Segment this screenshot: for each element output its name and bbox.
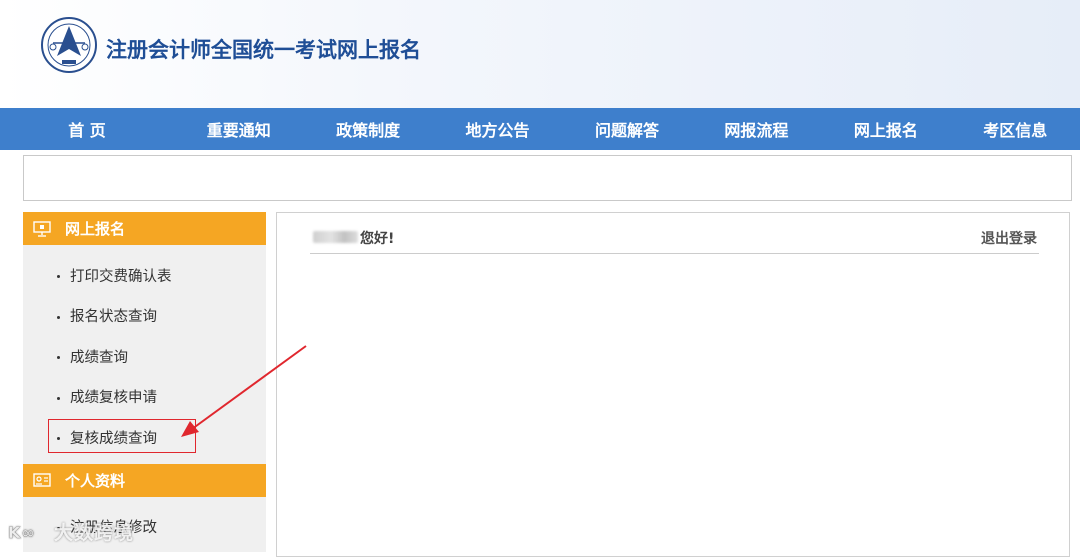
sidebar: 网上报名 打印交费确认表 报名状态查询 成绩查询 成绩复核申请 复核成绩查询 个… [23,212,266,552]
nav-item-online-registration[interactable]: 网上报名 [821,108,950,150]
sidebar-item-review-score-query[interactable]: 复核成绩查询 [23,417,266,458]
id-card-icon [33,473,51,487]
sidebar-item-score-review-application[interactable]: 成绩复核申请 [23,377,266,418]
watermark-logo-icon: K∞ [8,522,36,542]
section-header-personal-info: 个人资料 [23,463,266,497]
nav-item-home[interactable]: 首 页 [0,108,174,150]
svg-text:K∞: K∞ [8,523,36,542]
blurred-username [313,231,358,243]
watermark: K∞ 大数跨境 [8,518,134,545]
sidebar-item-label: 报名状态查询 [70,309,157,326]
nav-item-important-notices[interactable]: 重要通知 [174,108,303,150]
sidebar-item-print-fee-confirmation[interactable]: 打印交费确认表 [23,255,266,296]
sidebar-item-registration-status[interactable]: 报名状态查询 [23,296,266,337]
nav-item-exam-area-info[interactable]: 考区信息 [951,108,1080,150]
sidebar-list: 打印交费确认表 报名状态查询 成绩查询 成绩复核申请 复核成绩查询 [23,245,266,458]
main-nav: 首 页 重要通知 政策制度 地方公告 问题解答 网报流程 网上报名 考区信息 [0,108,1080,150]
main-panel: 您好! 退出登录 [276,212,1070,557]
logout-link[interactable]: 退出登录 [981,228,1037,248]
section-header-online-registration: 网上报名 [23,212,266,245]
nav-item-local-announcements[interactable]: 地方公告 [433,108,562,150]
section-title: 网上报名 [65,220,126,238]
bullet [57,275,60,279]
site-title: 注册会计师全国统一考试网上报名 [106,38,421,62]
site-header: 注册会计师全国统一考试网上报名 [0,0,1080,108]
nav-item-faq[interactable]: 问题解答 [562,108,691,150]
sidebar-item-label: 打印交费确认表 [70,268,172,285]
nav-item-registration-process[interactable]: 网报流程 [692,108,821,150]
greeting-row: 您好! 退出登录 [310,227,1039,254]
sidebar-item-label: 成绩复核申请 [70,390,157,407]
bullet [57,396,60,400]
sidebar-item-label: 成绩查询 [70,349,128,366]
watermark-text: 大数跨境 [54,522,135,544]
greeting-text: 您好! [360,231,395,247]
section-title: 个人资料 [65,471,126,490]
bullet [57,356,60,360]
banner-box [23,155,1072,201]
sidebar-item-score-query[interactable]: 成绩查询 [23,336,266,377]
monitor-icon [33,220,51,237]
nav-item-policies[interactable]: 政策制度 [303,108,432,150]
annotation-highlight-box [48,419,196,453]
cicpa-logo-icon[interactable] [40,16,98,74]
bullet [57,315,60,319]
